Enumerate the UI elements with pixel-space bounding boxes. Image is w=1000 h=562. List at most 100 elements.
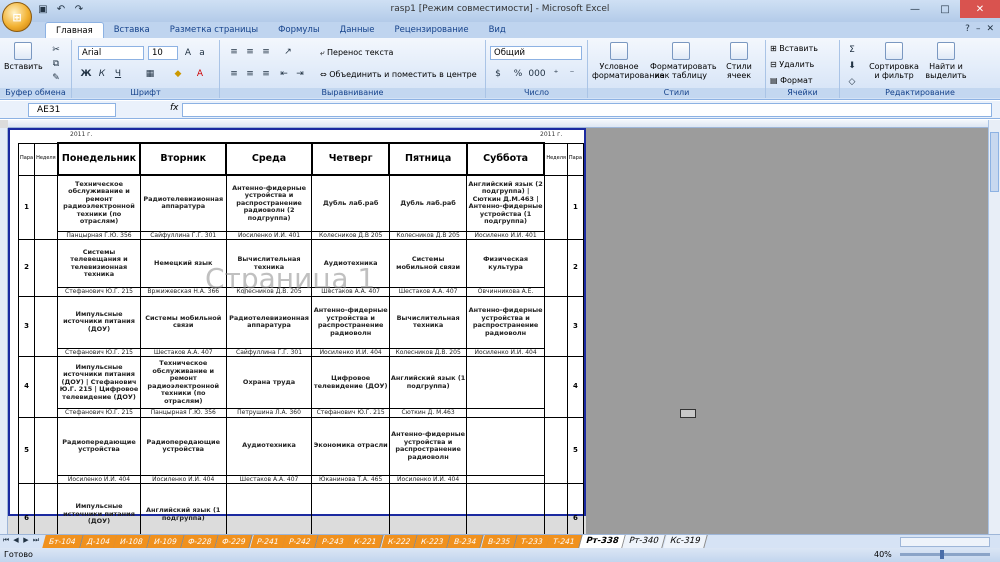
align-right-icon[interactable]: ≡ bbox=[260, 68, 272, 80]
delete-cells-button[interactable]: ⊟ Удалить bbox=[770, 60, 814, 69]
sheet-tab[interactable]: В-234 bbox=[447, 535, 485, 548]
teacher-cell[interactable]: Стефанович Ю.Г. 215 bbox=[57, 287, 141, 297]
format-as-table-button[interactable]: Форматировать как таблицу bbox=[650, 42, 717, 80]
underline-button[interactable]: Ч bbox=[112, 68, 124, 80]
sheet-tab[interactable]: Бт-104 bbox=[42, 535, 84, 548]
currency-icon[interactable]: $ bbox=[492, 68, 504, 80]
subject-cell[interactable]: Дубль лаб.раб bbox=[311, 174, 390, 232]
format-painter-icon[interactable]: ✎ bbox=[50, 72, 62, 84]
orientation-icon[interactable]: ↗ bbox=[282, 46, 294, 58]
subject-cell[interactable]: Радиотелевизионная аппаратура bbox=[139, 174, 227, 232]
subject-cell[interactable] bbox=[466, 356, 545, 409]
first-sheet-icon[interactable]: ⏮ bbox=[2, 536, 10, 545]
ribbon-min-icon[interactable]: – bbox=[976, 24, 981, 34]
sheet-tab[interactable]: Р-241 bbox=[249, 535, 286, 548]
maximize-button[interactable]: □ bbox=[930, 0, 960, 18]
shrink-font-icon[interactable]: a bbox=[196, 47, 208, 59]
formula-input[interactable] bbox=[182, 103, 992, 117]
font-name-combo[interactable]: Arial bbox=[78, 46, 144, 60]
bold-button[interactable]: Ж bbox=[80, 68, 92, 80]
sheet-tab[interactable]: Т-241 bbox=[546, 535, 583, 548]
subject-cell[interactable]: Экономика отрасли bbox=[311, 416, 390, 476]
subject-cell[interactable]: Дубль лаб.раб bbox=[388, 174, 468, 232]
help-icon[interactable]: ? bbox=[965, 24, 970, 34]
format-cells-button[interactable]: ▤ Формат bbox=[770, 76, 813, 85]
teacher-cell[interactable]: Сюткин Д. М.463 bbox=[388, 408, 468, 418]
clear-icon[interactable]: ◇ bbox=[846, 76, 858, 88]
sheet-tab[interactable]: К-223 bbox=[414, 535, 452, 548]
conditional-format-button[interactable]: Условное форматирование bbox=[592, 42, 665, 80]
teacher-cell[interactable] bbox=[466, 474, 545, 484]
sort-filter-button[interactable]: Сортировка и фильтр bbox=[866, 42, 922, 80]
sheet-tab[interactable]: Д-104 bbox=[79, 535, 118, 548]
tab-view[interactable]: Вид bbox=[479, 22, 516, 38]
teacher-cell[interactable]: Овчинникова А.Е. bbox=[466, 287, 545, 297]
tab-page-layout[interactable]: Разметка страницы bbox=[160, 22, 268, 38]
sheet-tab[interactable]: Р-242 bbox=[282, 535, 319, 548]
teacher-cell[interactable]: Стефанович Ю.Г. 215 bbox=[311, 408, 390, 418]
align-left-icon[interactable]: ≡ bbox=[228, 68, 240, 80]
teacher-cell[interactable]: Шестаков А.А. 407 bbox=[225, 474, 313, 484]
subject-cell[interactable] bbox=[466, 416, 545, 476]
align-center-icon[interactable]: ≡ bbox=[244, 68, 256, 80]
subject-cell[interactable]: Системы мобильной связи bbox=[139, 295, 227, 349]
sheet-tab[interactable]: Т-233 bbox=[514, 535, 551, 548]
worksheet[interactable]: 2011 г. 2011 г. Пара Неделя Понедельник … bbox=[0, 120, 988, 555]
sheet-tab[interactable]: И-109 bbox=[147, 535, 185, 548]
teacher-cell[interactable]: Вржижевская Н.А. 366 bbox=[139, 287, 227, 297]
merge-center-button[interactable]: ⇔ Объединить и поместить в центре bbox=[320, 70, 477, 79]
teacher-cell[interactable]: Иосиленко И.И. 404 bbox=[311, 347, 390, 357]
teacher-cell[interactable]: Шестаков А.А. 407 bbox=[388, 287, 468, 297]
subject-cell[interactable]: Физическая культура bbox=[466, 239, 545, 288]
teacher-cell[interactable]: Петрушина Л.А. 360 bbox=[225, 408, 313, 418]
paste-button[interactable]: Вставить bbox=[4, 42, 43, 71]
sheet-tab[interactable]: В-235 bbox=[480, 535, 518, 548]
tab-review[interactable]: Рецензирование bbox=[384, 22, 478, 38]
sheet-tab[interactable]: Р-243 bbox=[315, 535, 352, 548]
fill-icon[interactable]: ⬇ bbox=[846, 60, 858, 72]
teacher-cell[interactable]: Иосиленко И.И. 404 bbox=[466, 347, 545, 357]
teacher-cell[interactable]: Иосиленко И.И. 401 bbox=[466, 230, 545, 240]
tab-data[interactable]: Данные bbox=[330, 22, 385, 38]
zoom-slider[interactable] bbox=[900, 550, 990, 559]
teacher-cell[interactable]: Шестаков А.А. 407 bbox=[311, 287, 390, 297]
cut-icon[interactable]: ✂ bbox=[50, 44, 62, 56]
decrease-indent-icon[interactable]: ⇤ bbox=[278, 68, 290, 80]
subject-cell[interactable]: Системы телевещания и телевизионная техн… bbox=[57, 239, 141, 288]
sheet-tab-active[interactable]: Рт-338 bbox=[579, 535, 627, 548]
tab-formulas[interactable]: Формулы bbox=[268, 22, 330, 38]
cell-styles-button[interactable]: Стили ячеек bbox=[716, 42, 762, 80]
subject-cell[interactable]: Радиотелевизионная аппаратура bbox=[225, 295, 313, 349]
sheet-tab[interactable]: Ф-228 bbox=[180, 535, 219, 548]
horizontal-scrollbar[interactable] bbox=[900, 537, 990, 547]
subject-cell[interactable]: Английский язык (1 подгруппа) bbox=[388, 356, 468, 409]
sheet-tab[interactable]: К-222 bbox=[380, 535, 418, 548]
teacher-cell[interactable]: Колесников Д.В 205 bbox=[311, 230, 390, 240]
teacher-cell[interactable]: Иосиленко И.И. 401 bbox=[225, 230, 313, 240]
scroll-thumb[interactable] bbox=[990, 132, 999, 192]
subject-cell[interactable]: Антенно-фидерные устройства и распростра… bbox=[311, 295, 390, 349]
teacher-cell[interactable]: Колесников Д.В 205 bbox=[388, 230, 468, 240]
close-button[interactable]: ✕ bbox=[960, 0, 1000, 18]
name-box[interactable]: AE31 bbox=[28, 103, 116, 117]
teacher-cell[interactable]: Панцырная Г.Ю. 356 bbox=[57, 230, 141, 240]
grow-font-icon[interactable]: A bbox=[182, 47, 194, 59]
office-button[interactable]: ⊞ bbox=[2, 2, 32, 32]
number-format-combo[interactable]: Общий bbox=[490, 46, 582, 60]
sheet-tab[interactable]: Ф-229 bbox=[215, 535, 254, 548]
teacher-cell[interactable]: Сайфуллина Г.Г. 301 bbox=[225, 347, 313, 357]
autosum-icon[interactable]: Σ bbox=[846, 44, 858, 56]
zoom-thumb[interactable] bbox=[940, 550, 944, 559]
subject-cell[interactable]: Антенно-фидерные устройства и распростра… bbox=[466, 295, 545, 349]
align-middle-icon[interactable]: ≡ bbox=[244, 46, 256, 58]
subject-cell[interactable]: Импульсные источники питания (ДОУ) bbox=[57, 295, 141, 349]
subject-cell[interactable]: Вычислительная техника bbox=[388, 295, 468, 349]
teacher-cell[interactable]: Юканинова Т.А. 465 bbox=[311, 474, 390, 484]
zoom-level[interactable]: 40% bbox=[874, 548, 892, 562]
subject-cell[interactable]: Импульсные источники питания (ДОУ) | Сте… bbox=[57, 356, 141, 409]
teacher-cell[interactable]: Колесников Д.В. 205 bbox=[225, 287, 313, 297]
subject-cell[interactable]: Техническое обслуживание и ремонт радиоэ… bbox=[139, 356, 227, 409]
teacher-cell[interactable]: Колесников Д.В. 205 bbox=[388, 347, 468, 357]
wrap-text-button[interactable]: ⤶ Перенос текста bbox=[320, 48, 393, 57]
tab-home[interactable]: Главная bbox=[45, 22, 104, 38]
